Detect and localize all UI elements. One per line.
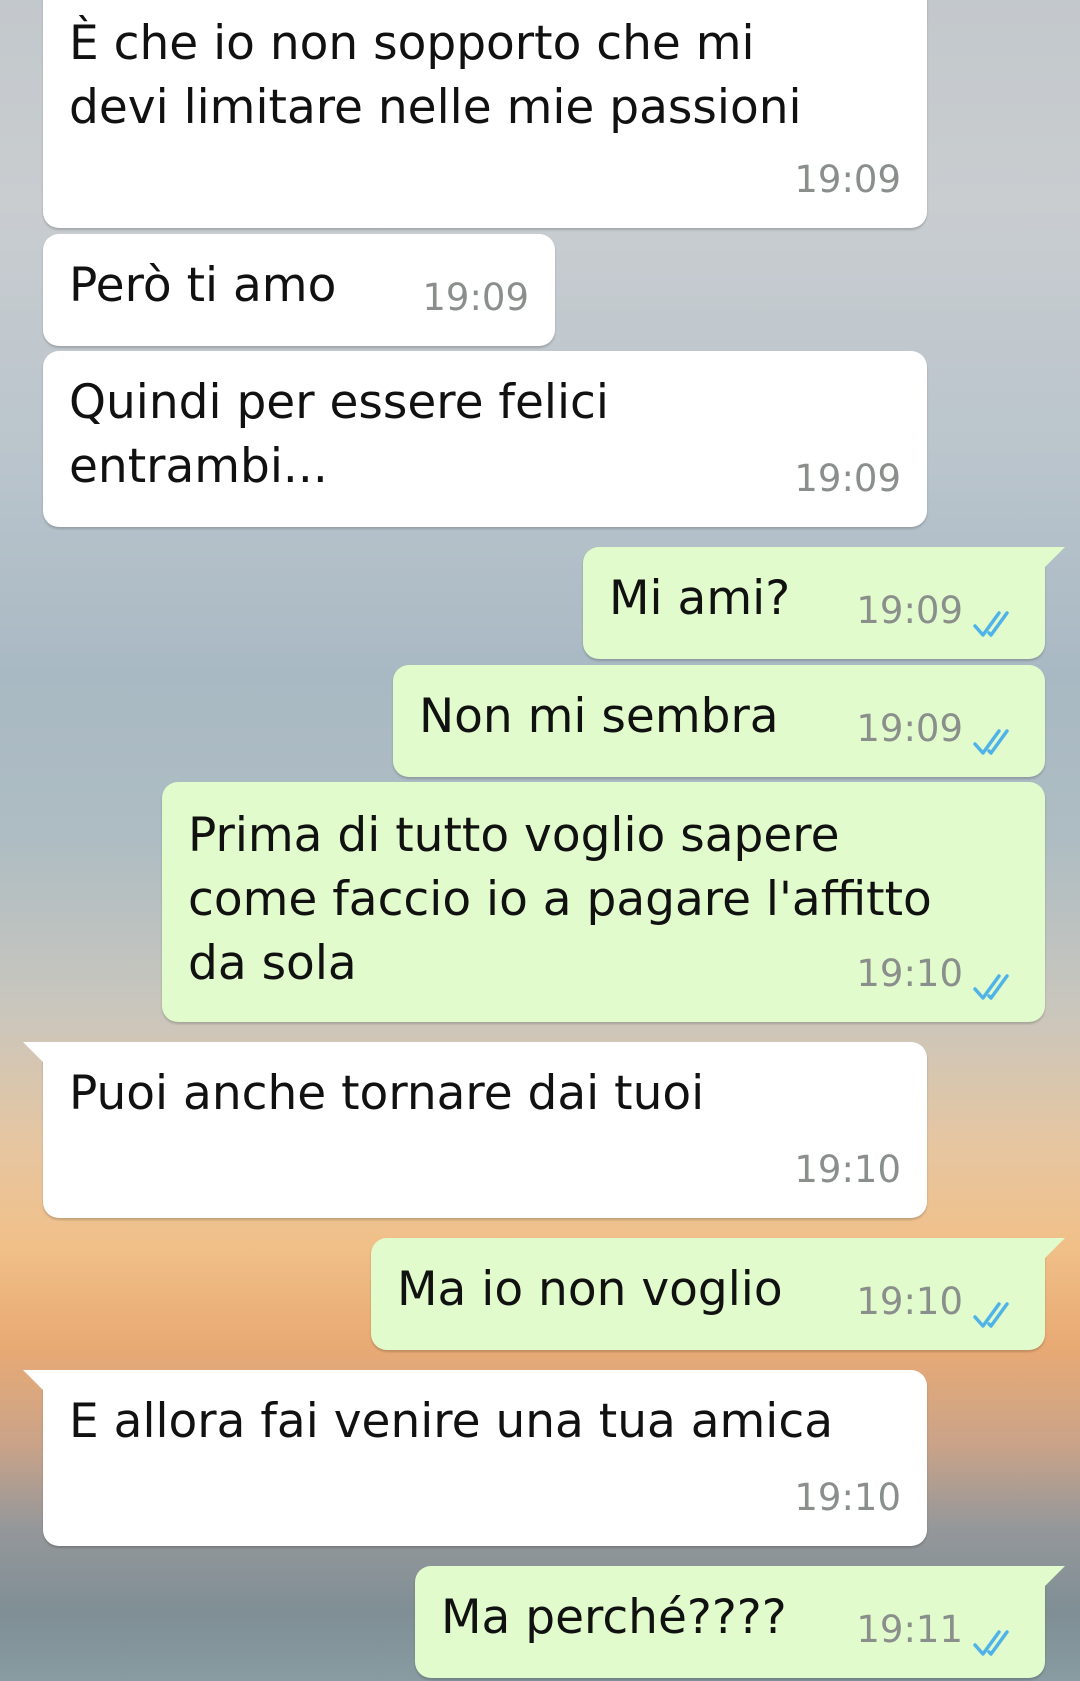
bubble-tail — [1043, 1238, 1065, 1260]
bubble-tail — [1043, 1566, 1065, 1588]
message-time: 19:09 — [422, 276, 529, 319]
message-text: Quindi per essere felici entrambi... — [69, 375, 609, 494]
message-time: 19:09 — [856, 589, 963, 632]
bubble-tail — [23, 1042, 45, 1064]
message-bubble-outgoing[interactable]: Non mi sembra 19:09 — [393, 665, 1045, 777]
message-time: 19:10 — [794, 1476, 901, 1519]
double-check-icon — [973, 611, 1009, 637]
message-time: 19:09 — [794, 457, 901, 500]
double-check-icon — [973, 729, 1009, 755]
message-time: 19:09 — [794, 158, 901, 201]
message-bubble-incoming[interactable]: Puoi anche tornare dai tuoi 19:10 — [23, 1042, 927, 1218]
message-bubble-incoming[interactable]: E allora fai venire una tua amica 19:10 — [23, 1370, 927, 1546]
message-bubble-outgoing[interactable]: Prima di tutto voglio sapere come faccio… — [162, 782, 1045, 1022]
message-bubble-outgoing[interactable]: Ma perché???? 19:11 — [415, 1566, 1065, 1678]
double-check-icon — [973, 1302, 1009, 1328]
message-time: 19:11 — [856, 1608, 963, 1651]
bubble-tail — [23, 1370, 45, 1392]
message-text: Puoi anche tornare dai tuoi — [69, 1066, 705, 1121]
message-bubble-outgoing[interactable]: Ma io non voglio 19:10 — [371, 1238, 1065, 1350]
message-bubble-incoming[interactable]: Quindi per essere felici entrambi... 19:… — [43, 351, 927, 527]
message-text: È che io non sopporto che mi devi limita… — [69, 16, 802, 135]
message-time: 19:09 — [856, 707, 963, 750]
message-bubble-outgoing[interactable]: Mi ami? 19:09 — [583, 547, 1065, 659]
message-time: 19:10 — [856, 1280, 963, 1323]
double-check-icon — [973, 974, 1009, 1000]
chat-area[interactable]: È che io non sopporto che mi devi limita… — [0, 0, 1080, 1681]
message-text: E allora fai venire una tua amica — [69, 1394, 834, 1449]
message-time: 19:10 — [794, 1148, 901, 1191]
double-check-icon — [973, 1630, 1009, 1656]
bubble-tail — [1043, 547, 1065, 569]
message-bubble-incoming[interactable]: È che io non sopporto che mi devi limita… — [43, 0, 927, 228]
message-bubble-incoming[interactable]: Però ti amo 19:09 — [43, 234, 555, 346]
message-time: 19:10 — [856, 952, 963, 995]
